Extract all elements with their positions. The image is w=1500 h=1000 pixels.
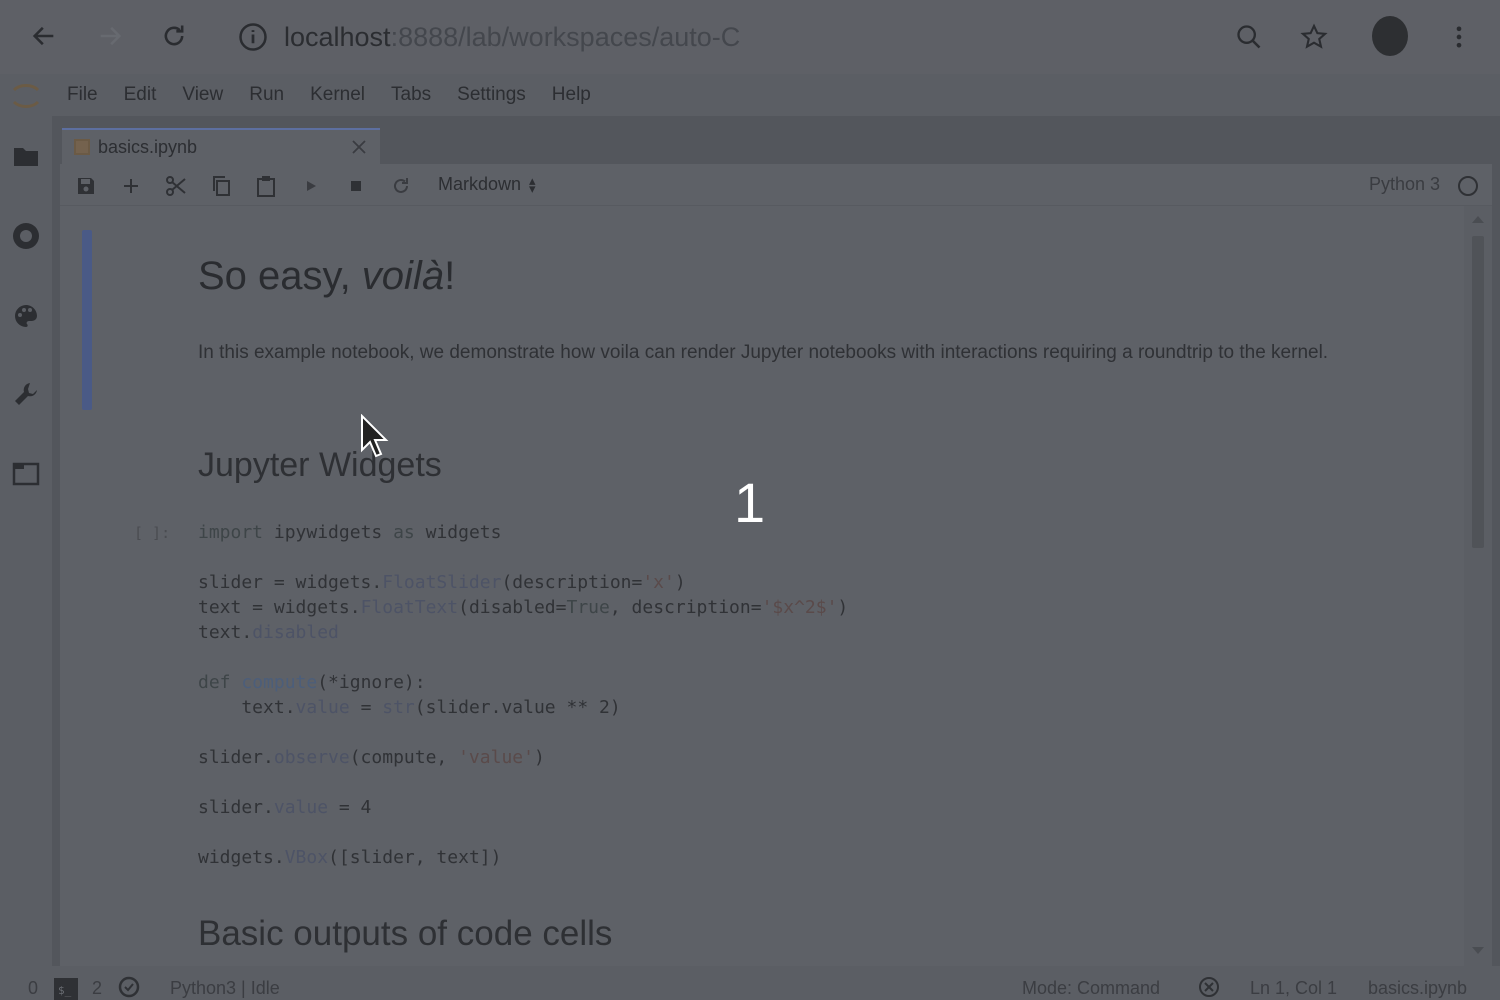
url-path: :8888/lab/workspaces/auto-C	[390, 21, 741, 52]
tab-label: basics.ipynb	[98, 136, 198, 157]
kernel-status-icon	[1458, 176, 1478, 196]
clipboard-icon	[257, 176, 275, 197]
scissors-icon	[166, 176, 186, 196]
cursor-position[interactable]: Ln 1, Col 1	[1250, 978, 1337, 999]
profile-avatar[interactable]	[1372, 16, 1408, 56]
error-indicator-icon[interactable]	[1198, 976, 1220, 998]
paste-button[interactable]	[254, 174, 278, 198]
sidebar-file-browser[interactable]	[10, 140, 42, 172]
kernel-icon	[118, 976, 140, 998]
notebook-title: So easy, voilà!	[198, 254, 455, 299]
cell-prompt: [ ]:	[134, 524, 171, 542]
title-text: So easy,	[198, 254, 362, 298]
menu-view[interactable]: View	[169, 84, 236, 106]
menu-tabs[interactable]: Tabs	[378, 84, 444, 106]
status-bar: 0 $_ 2 Python3 | Idle Mode: Command Ln 1…	[0, 966, 1500, 1000]
cell-type-value: Markdown	[438, 174, 522, 194]
menu-edit[interactable]: Edit	[111, 84, 170, 106]
menu-run[interactable]: Run	[236, 84, 297, 106]
run-button[interactable]	[299, 174, 323, 198]
mode-indicator[interactable]: Mode: Command	[1022, 978, 1160, 999]
window-tabs-icon	[12, 462, 40, 486]
title-italic: voilà	[361, 254, 445, 298]
play-icon	[307, 181, 316, 191]
menu-file[interactable]: File	[54, 84, 111, 106]
scroll-down-arrow[interactable]	[1472, 947, 1484, 954]
stop-icon	[351, 181, 361, 191]
mouse-pointer-icon	[361, 414, 389, 458]
menu-help[interactable]: Help	[539, 84, 604, 106]
plus-icon	[124, 179, 138, 193]
kernel-state[interactable]: Python3 | Idle	[170, 978, 280, 999]
menu-kernel[interactable]: Kernel	[297, 84, 378, 106]
tab-bar: basics.ipynb	[60, 124, 1500, 164]
jupyter-menubar: File Edit View Run Kernel Tabs Settings …	[0, 74, 1500, 116]
back-button[interactable]	[26, 18, 62, 54]
jupyter-logo-icon	[12, 84, 40, 108]
save-icon	[78, 178, 94, 194]
forward-button[interactable]	[92, 18, 128, 54]
notebook-toolbar: Markdown ▴ ▾ Python 3	[60, 164, 1492, 206]
arrow-left-icon	[32, 26, 54, 46]
insert-cell-button[interactable]	[119, 174, 143, 198]
menu-settings[interactable]: Settings	[444, 84, 539, 106]
code-cell[interactable]: import ipywidgets as widgets slider = wi…	[198, 520, 848, 870]
overlay-step-number: 1	[734, 471, 766, 534]
more-vert-icon	[1456, 26, 1462, 48]
browser-toolbar: localhost:8888/lab/workspaces/auto-C	[0, 0, 1500, 74]
intro-paragraph: In this example notebook, we demonstrate…	[198, 342, 1329, 363]
reload-button[interactable]	[156, 18, 192, 54]
status-zero[interactable]: 0	[28, 978, 38, 999]
sidebar-settings[interactable]	[10, 378, 42, 410]
copy-button[interactable]	[209, 174, 233, 198]
address-bar[interactable]: localhost:8888/lab/workspaces/auto-C	[238, 16, 740, 58]
cell-type-select[interactable]: Markdown ▴ ▾	[438, 174, 536, 195]
title-end: !	[444, 254, 456, 298]
running-icon	[13, 223, 39, 249]
restart-icon	[394, 178, 408, 193]
scroll-thumb[interactable]	[1472, 236, 1484, 548]
screen: localhost:8888/lab/workspaces/auto-C Fil…	[0, 0, 1500, 1000]
notebook-scrollbar[interactable]	[1464, 206, 1492, 966]
section-basic-outputs: Basic outputs of code cells	[198, 914, 613, 953]
arrow-right-icon	[100, 26, 122, 46]
scroll-up-arrow[interactable]	[1472, 216, 1484, 223]
close-icon[interactable]	[350, 138, 368, 156]
bookmark-button[interactable]	[1297, 20, 1331, 54]
browser-menu-button[interactable]	[1442, 20, 1476, 54]
status-two[interactable]: 2	[92, 978, 102, 999]
terminal-icon: $_	[54, 978, 78, 1000]
notebook-panel[interactable]: So easy, voilà! In this example notebook…	[60, 206, 1492, 966]
star-icon	[1300, 23, 1328, 49]
url-host: localhost	[284, 21, 391, 52]
sidebar-tabs[interactable]	[10, 458, 42, 490]
folder-icon	[14, 148, 38, 166]
left-sidebar	[0, 116, 52, 966]
search-button[interactable]	[1232, 20, 1266, 54]
save-button[interactable]	[74, 174, 98, 198]
status-filename: basics.ipynb	[1368, 978, 1468, 998]
info-icon	[239, 23, 267, 51]
palette-icon	[15, 305, 37, 327]
section-jupyter-widgets: Jupyter Widgets	[198, 446, 442, 484]
reload-icon	[164, 25, 184, 46]
wrench-icon	[15, 383, 37, 405]
cut-button[interactable]	[164, 174, 188, 198]
sidebar-running[interactable]	[10, 220, 42, 252]
notebook-icon	[74, 139, 90, 155]
interrupt-button[interactable]	[344, 174, 368, 198]
menu-items: File Edit View Run Kernel Tabs Settings …	[54, 84, 604, 106]
sidebar-palette[interactable]	[10, 300, 42, 332]
active-cell-indicator	[82, 230, 92, 410]
restart-button[interactable]	[389, 174, 413, 198]
kernel-name[interactable]: Python 3	[1369, 174, 1440, 195]
main-area: basics.ipynb Markdown ▴ ▾ Python 3 So ea…	[52, 116, 1500, 966]
search-icon	[1237, 25, 1261, 49]
chevron-updown-icon: ▴ ▾	[529, 172, 536, 196]
tab-basics-notebook[interactable]: basics.ipynb	[62, 128, 380, 164]
copy-icon	[213, 176, 230, 196]
